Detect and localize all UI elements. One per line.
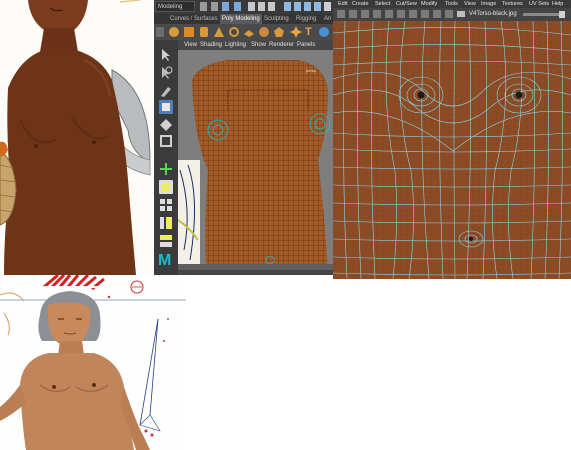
- mode-select[interactable]: Modeling: [155, 1, 195, 12]
- rotate-tool-icon[interactable]: [159, 118, 173, 132]
- poly-disc-icon[interactable]: [258, 26, 270, 38]
- shelf-tab-poly-modeling[interactable]: Poly Modeling: [220, 14, 262, 24]
- lasso-tool-icon[interactable]: [159, 66, 173, 80]
- redo-icon[interactable]: [234, 2, 241, 11]
- uv-menu-image[interactable]: Image: [481, 0, 496, 8]
- maya-window: Modeling Curves / Surfaces Poly Modeling…: [154, 0, 333, 275]
- show-manipulator-icon[interactable]: [159, 162, 173, 176]
- uv-toolbar-icon-6[interactable]: [409, 10, 417, 18]
- poly-torus-icon[interactable]: [228, 26, 240, 38]
- shelf-options-icon[interactable]: [156, 27, 164, 37]
- uv-toolbar-icon-9[interactable]: [445, 10, 453, 18]
- snap-surface-icon[interactable]: [324, 2, 331, 11]
- panel-menu-panels[interactable]: Panels: [297, 40, 315, 50]
- poly-sphere-icon[interactable]: [168, 26, 180, 38]
- uv-menu-textures[interactable]: Textures: [502, 0, 523, 8]
- maya-menubar: Modeling: [154, 0, 333, 15]
- uv-exposure-slider[interactable]: [523, 13, 559, 16]
- uv-wireframe-overlay: [333, 21, 571, 279]
- select-object-icon[interactable]: [258, 2, 265, 11]
- uv-editor-window: Edit Create Select Cut/Sew Modify Tools …: [333, 0, 571, 279]
- scale-tool-icon[interactable]: [159, 134, 173, 148]
- uv-toolbar-icon-1[interactable]: [349, 10, 357, 18]
- uv-editor-toolbar: V4Torso-black.jpg: [333, 8, 571, 22]
- uv-menu-modify[interactable]: Modify: [421, 0, 437, 8]
- snap-view-icon[interactable]: [314, 2, 321, 11]
- uv-toolbar-icon-7[interactable]: [421, 10, 429, 18]
- panel-menu-view[interactable]: View: [184, 40, 197, 50]
- uv-menu-create[interactable]: Create: [352, 0, 369, 8]
- undo-icon[interactable]: [222, 2, 229, 11]
- uv-image-name[interactable]: V4Torso-black.jpg: [469, 10, 517, 19]
- panel-menu-show[interactable]: Show: [251, 40, 266, 50]
- torso-render-bottom-image: [0, 275, 186, 450]
- shelf-tab-rigging[interactable]: Rigging: [294, 14, 318, 24]
- viewport-3d[interactable]: persp: [178, 50, 333, 270]
- type-tool-icon[interactable]: T: [305, 24, 312, 40]
- snap-curve-icon[interactable]: [294, 2, 301, 11]
- single-perspective-layout-icon[interactable]: [159, 180, 173, 194]
- super-shape-icon[interactable]: [290, 26, 302, 38]
- persp-outliner-layout-icon[interactable]: [159, 216, 173, 230]
- shelf-tab-curves-surfaces[interactable]: Curves / Surfaces: [168, 14, 220, 24]
- uv-toolbar-icon-5[interactable]: [397, 10, 405, 18]
- uv-menu-view[interactable]: View: [464, 0, 476, 8]
- select-hierarchy-icon[interactable]: [248, 2, 255, 11]
- render-preview-bottom: [0, 275, 186, 450]
- render-preview-top: [0, 0, 154, 275]
- poly-shelf: T: [154, 24, 333, 41]
- uv-menu-select[interactable]: Select: [375, 0, 390, 8]
- torso-render-top-image: [0, 0, 151, 275]
- shelf-tab-sculpting[interactable]: Sculpting: [262, 14, 291, 24]
- snap-grid-icon[interactable]: [284, 2, 291, 11]
- panel-menu-lighting[interactable]: Lighting: [225, 40, 246, 50]
- poly-plane-icon[interactable]: [243, 26, 255, 38]
- uv-editor-menubar: Edit Create Select Cut/Sew Modify Tools …: [333, 0, 571, 8]
- paint-select-icon[interactable]: [159, 84, 173, 98]
- folder-icon[interactable]: [200, 2, 207, 11]
- uv-toolbar-icon-3[interactable]: [373, 10, 381, 18]
- uv-texture-canvas[interactable]: [333, 21, 571, 279]
- uv-slider-handle[interactable]: [559, 11, 565, 18]
- shelf-tabs: Curves / Surfaces Poly Modeling Sculptin…: [154, 14, 333, 24]
- persp-graph-layout-icon[interactable]: [159, 234, 173, 248]
- uv-menu-cutsew[interactable]: Cut/Sew: [396, 0, 417, 8]
- image-swatch-icon[interactable]: [457, 11, 465, 17]
- panel-menu-renderer[interactable]: Renderer: [269, 40, 294, 50]
- poly-cylinder-icon[interactable]: [198, 26, 210, 38]
- panel-menu-shading[interactable]: Shading: [200, 40, 222, 50]
- poly-cone-icon[interactable]: [213, 26, 225, 38]
- toolbox: M: [154, 40, 178, 275]
- four-view-layout-icon[interactable]: [159, 198, 173, 212]
- maya-logo: M: [158, 252, 172, 269]
- poly-cube-icon[interactable]: [183, 26, 195, 38]
- uv-menu-edit[interactable]: Edit: [338, 0, 347, 8]
- uv-toolbar-icon-2[interactable]: [361, 10, 369, 18]
- uv-toolbar-toggle-icon[interactable]: [337, 10, 345, 18]
- uv-menu-uv-sets[interactable]: UV Sets: [529, 0, 549, 8]
- select-component-icon[interactable]: [268, 2, 275, 11]
- svg-tool-icon[interactable]: [318, 26, 330, 38]
- shelf-tab-animation[interactable]: An: [322, 14, 333, 24]
- select-tool-icon[interactable]: [159, 48, 173, 62]
- viewport-panel-menu: View Shading Lighting Show Renderer Pane…: [178, 40, 333, 50]
- svg-text:persp: persp: [306, 68, 317, 73]
- save-icon[interactable]: [211, 2, 218, 11]
- uv-toolbar-icon-4[interactable]: [385, 10, 393, 18]
- move-tool-icon[interactable]: [159, 100, 173, 114]
- uv-menu-tools[interactable]: Tools: [445, 0, 458, 8]
- torso-mesh-wireframe: persp: [178, 60, 333, 270]
- snap-point-icon[interactable]: [304, 2, 311, 11]
- uv-menu-help[interactable]: Help: [552, 0, 563, 8]
- poly-platonic-icon[interactable]: [273, 26, 285, 38]
- uv-toolbar-icon-8[interactable]: [433, 10, 441, 18]
